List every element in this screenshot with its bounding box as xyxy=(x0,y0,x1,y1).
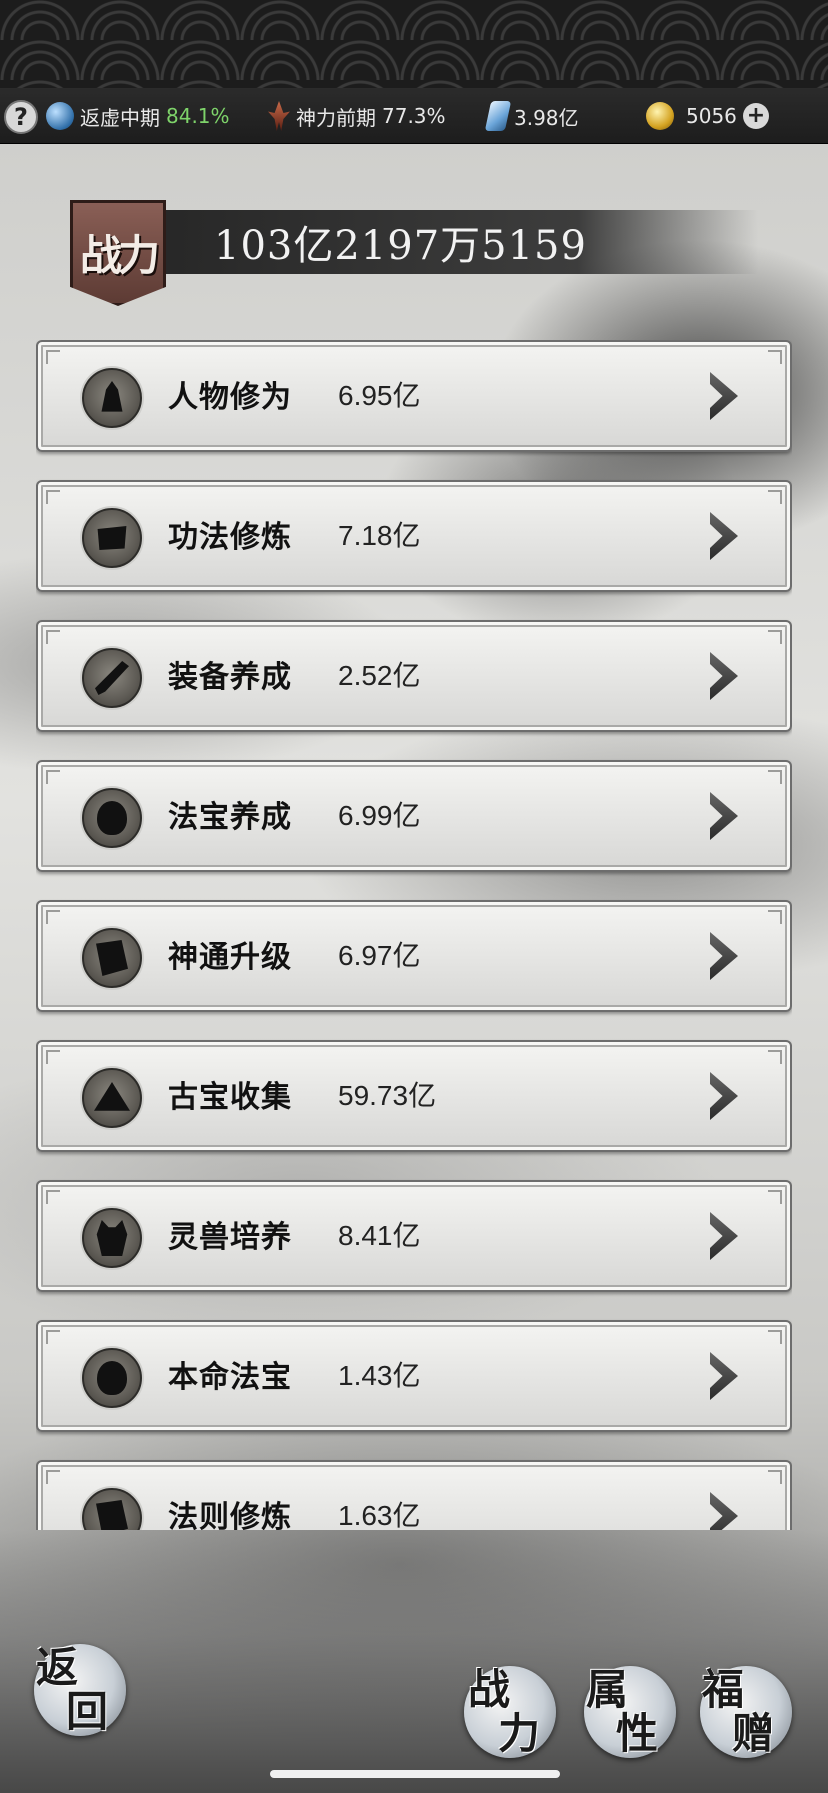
resource-bar: ? 返虚中期 84.1% 神力前期 77.3% 3.98亿 5056 + xyxy=(0,88,828,144)
row-value: 8.41亿 xyxy=(338,1220,421,1251)
chevron-right-icon[interactable] xyxy=(710,932,738,980)
row-label: 法则修炼 xyxy=(168,1500,292,1530)
power-strip: 103亿2197万5159 xyxy=(158,210,758,274)
chevron-right-icon[interactable] xyxy=(710,1212,738,1260)
tab-label-char: 战 xyxy=(468,1665,511,1714)
yin-yang-orb-icon xyxy=(46,102,74,130)
back-label-char: 返 xyxy=(36,1643,79,1692)
equipment-icon xyxy=(82,648,142,708)
divine-scroll-icon xyxy=(82,928,142,988)
gold-coin-icon xyxy=(646,102,674,130)
back-button-label[interactable]: 返 回 xyxy=(36,1646,108,1734)
row-label: 法宝养成 xyxy=(168,800,292,835)
row-label: 灵兽培养 xyxy=(168,1220,292,1255)
row-law-cultivation[interactable]: 法则修炼 1.63亿 xyxy=(36,1460,792,1530)
combat-power-header: 103亿2197万5159 战力 xyxy=(70,200,760,306)
tab-label-char: 力 xyxy=(498,1709,541,1758)
tab-combat-power-label[interactable]: 战 力 xyxy=(468,1668,540,1756)
row-label: 神通升级 xyxy=(168,940,292,975)
row-label: 人物修为 xyxy=(168,380,292,415)
tab-attributes-label[interactable]: 属 性 xyxy=(586,1668,658,1756)
row-spirit-beast[interactable]: 灵兽培养 8.41亿 xyxy=(36,1180,792,1292)
row-label: 本命法宝 xyxy=(168,1360,292,1395)
back-label-char: 回 xyxy=(66,1687,109,1736)
power-breakdown-list[interactable]: 人物修为 6.95亿 功法修炼 7.18亿 装备养成 2.52亿 法宝养成 6.… xyxy=(36,340,792,1530)
row-label: 功法修炼 xyxy=(168,520,292,555)
realm-percent: 84.1% xyxy=(166,104,230,128)
add-gold-button[interactable]: + xyxy=(742,103,769,129)
row-value: 6.97亿 xyxy=(338,940,421,971)
row-value: 6.99亿 xyxy=(338,800,421,831)
row-character-cultivation[interactable]: 人物修为 6.95亿 xyxy=(36,340,792,452)
row-treasure[interactable]: 法宝养成 6.99亿 xyxy=(36,760,792,872)
row-technique[interactable]: 功法修炼 7.18亿 xyxy=(36,480,792,592)
divine-status[interactable]: 神力前期 77.3% xyxy=(268,88,446,144)
realm-status[interactable]: 返虚中期 84.1% xyxy=(46,88,230,144)
row-ancient-treasure[interactable]: 古宝收集 59.73亿 xyxy=(36,1040,792,1152)
row-value: 2.52亿 xyxy=(338,660,421,691)
row-divine-ability[interactable]: 神通升级 6.97亿 xyxy=(36,900,792,1012)
chevron-right-icon[interactable] xyxy=(710,1352,738,1400)
row-value: 6.95亿 xyxy=(338,380,421,411)
chevron-right-icon[interactable] xyxy=(710,1072,738,1120)
tab-label-char: 性 xyxy=(616,1709,659,1758)
crystal-value: 3.98亿 xyxy=(514,105,579,130)
chevron-right-icon[interactable] xyxy=(710,1492,738,1530)
chevron-right-icon[interactable] xyxy=(710,792,738,840)
spirit-crystal-icon xyxy=(484,101,512,131)
total-combat-power: 103亿2197万5159 xyxy=(214,223,587,269)
divine-power-icon xyxy=(268,101,290,131)
help-button[interactable]: ? xyxy=(4,100,38,134)
chevron-right-icon[interactable] xyxy=(710,372,738,420)
row-equipment[interactable]: 装备养成 2.52亿 xyxy=(36,620,792,732)
natal-treasure-icon xyxy=(82,1348,142,1408)
chevron-right-icon[interactable] xyxy=(710,512,738,560)
tab-label-char: 属 xyxy=(586,1665,629,1714)
gold-resource[interactable]: 5056 + xyxy=(646,88,769,144)
tab-label-char: 赠 xyxy=(732,1709,775,1758)
gold-value: 5056 xyxy=(686,104,737,128)
row-natal-treasure[interactable]: 本命法宝 1.43亿 xyxy=(36,1320,792,1432)
tab-blessings-label[interactable]: 福 赠 xyxy=(702,1668,774,1756)
technique-book-icon xyxy=(82,508,142,568)
row-label: 古宝收集 xyxy=(168,1080,292,1115)
row-value: 1.43亿 xyxy=(338,1360,421,1391)
treasure-gourd-icon xyxy=(82,788,142,848)
law-scroll-icon xyxy=(82,1488,142,1530)
home-indicator[interactable] xyxy=(270,1770,560,1778)
row-value: 1.63亿 xyxy=(338,1500,421,1530)
tab-label-char: 福 xyxy=(702,1665,745,1714)
top-pattern-band xyxy=(0,0,828,88)
spirit-beast-icon xyxy=(82,1208,142,1268)
chevron-right-icon[interactable] xyxy=(710,652,738,700)
divine-percent: 77.3% xyxy=(382,104,446,128)
divine-label: 神力前期 xyxy=(296,105,376,130)
power-banner: 战力 xyxy=(70,200,166,306)
power-banner-label: 战力 xyxy=(79,231,160,281)
row-label: 装备养成 xyxy=(168,660,292,695)
row-value: 59.73亿 xyxy=(338,1080,437,1111)
row-value: 7.18亿 xyxy=(338,520,421,551)
realm-label: 返虚中期 xyxy=(80,105,160,130)
ancient-treasure-icon xyxy=(82,1068,142,1128)
crystal-resource[interactable]: 3.98亿 xyxy=(484,88,579,144)
cultivator-icon xyxy=(82,368,142,428)
